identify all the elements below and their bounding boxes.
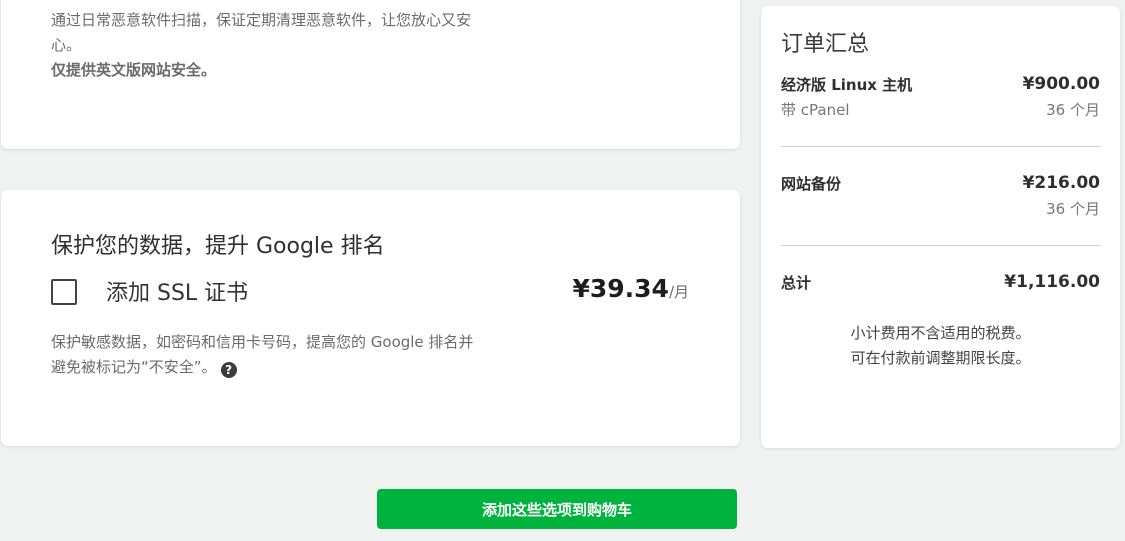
ssl-option-label[interactable]: 添加 SSL 证书: [106, 275, 248, 307]
ssl-price-amount: ¥39.34: [572, 274, 669, 303]
malware-scan-description: 通过日常恶意软件扫描，保证定期清理恶意软件，让您放心又安心。: [51, 11, 472, 54]
summary-divider: [781, 245, 1100, 246]
question-circle-icon[interactable]: ?: [220, 362, 237, 378]
summary-total-row: 总计 ¥1,116.00: [781, 272, 1100, 296]
summary-item-backup: 网站备份 ¥216.00 36 个月: [781, 173, 1100, 225]
ssl-description-text: 保护敏感数据，如密码和信用卡号码，提高您的 Google 排名并避免被标记为“不…: [51, 333, 474, 376]
add-to-cart-button[interactable]: 添加这些选项到购物车: [377, 489, 737, 529]
summary-item-name: 网站备份: [781, 175, 842, 193]
summary-item-hosting: 经济版 Linux 主机 带 cPanel ¥900.00 36 个月: [781, 74, 1100, 126]
ssl-price: ¥39.34/月: [572, 274, 689, 303]
summary-item-term: 36 个月: [1046, 101, 1100, 119]
summary-item-price: ¥216.00: [1022, 173, 1100, 193]
summary-item-name: 经济版 Linux 主机: [781, 76, 913, 94]
summary-item-term: 36 个月: [1046, 200, 1100, 218]
english-only-note: 仅提供英文版网站安全。: [51, 61, 217, 79]
order-summary-title: 订单汇总: [781, 32, 870, 57]
ssl-description: 保护敏感数据，如密码和信用卡号码，提高您的 Google 排名并避免被标记为“不…: [51, 330, 481, 380]
summary-total-value: ¥1,116.00: [1004, 272, 1100, 292]
summary-note-line: 可在付款前调整期限长度。: [850, 349, 1031, 367]
summary-item-price: ¥900.00: [1022, 74, 1100, 94]
summary-note-line: 小计费用不含适用的税费。: [850, 324, 1031, 342]
malware-scan-card: 通过日常恶意软件扫描，保证定期清理恶意软件，让您放心又安心。 仅提供英文版网站安…: [1, 0, 740, 149]
ssl-price-unit: /月: [668, 283, 689, 301]
ssl-addon-card: 保护您的数据，提升 Google 排名 添加 SSL 证书 ¥39.34/月 保…: [1, 190, 740, 446]
order-summary-card: 订单汇总 经济版 Linux 主机 带 cPanel ¥900.00 36 个月…: [761, 6, 1120, 448]
summary-divider: [781, 146, 1100, 147]
ssl-checkbox[interactable]: [51, 279, 77, 305]
summary-tax-note: 小计费用不含适用的税费。 可在付款前调整期限长度。: [761, 321, 1120, 371]
ssl-heading: 保护您的数据，提升 Google 排名: [51, 234, 385, 259]
summary-item-sub: 带 cPanel: [781, 101, 850, 119]
summary-total-label: 总计: [781, 274, 812, 292]
